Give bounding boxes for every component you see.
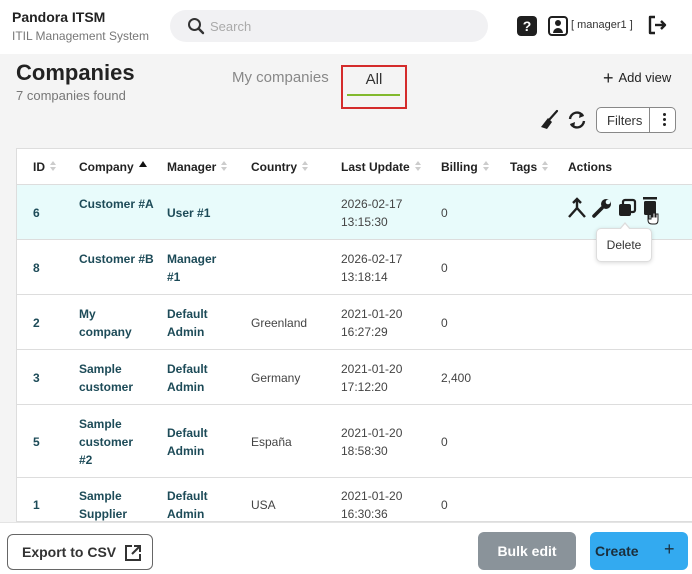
cell-company-link[interactable]: Sample Supplier (79, 487, 139, 521)
page-title: Companies (16, 60, 135, 85)
cell-company-link[interactable]: Sample customer (79, 360, 139, 396)
row-actions (566, 197, 666, 225)
active-tab-indicator (347, 94, 400, 96)
sort-ascending-icon (138, 161, 147, 167)
external-link-icon (125, 545, 141, 561)
search-input[interactable] (210, 10, 470, 42)
cell-company-link[interactable]: Sample customer #2 (79, 415, 139, 469)
cell-billing: 0 (441, 498, 448, 512)
cell-company-link[interactable]: Customer #B (79, 250, 159, 268)
broom-icon[interactable] (539, 109, 559, 131)
cell-last-update: 2026-02-17 13:15:30 (341, 197, 403, 229)
cell-manager-link[interactable]: Default Admin (167, 487, 227, 521)
cell-manager-link[interactable]: Manager #1 (167, 250, 227, 286)
table-row[interactable]: 2 My company Default Admin Greenland 202… (17, 295, 692, 350)
cell-last-update: 2026-02-17 13:18:14 (341, 252, 403, 284)
cell-billing: 0 (441, 206, 448, 220)
table-row[interactable]: 3 Sample customer Default Admin Germany … (17, 350, 692, 405)
top-bar: Pandora ITSM ITIL Management System ? [ … (0, 0, 692, 54)
tab-all[interactable]: All (341, 65, 407, 109)
cell-last-update: 2021-01-20 16:27:29 (341, 307, 403, 339)
cell-manager-link[interactable]: User #1 (167, 204, 249, 222)
cell-billing: 0 (441, 261, 448, 275)
create-label: Create (595, 543, 639, 559)
cell-country: Germany (251, 371, 301, 385)
refresh-icon[interactable] (566, 109, 588, 131)
app-subtitle: ITIL Management System (12, 29, 149, 43)
help-icon[interactable]: ? (517, 16, 537, 36)
cell-billing: 0 (441, 435, 448, 449)
cell-last-update: 2021-01-20 18:58:30 (341, 426, 403, 458)
column-header-tags[interactable]: Tags (510, 160, 549, 174)
cell-last-update: 2021-01-20 16:30:36 (341, 489, 403, 521)
sort-icon (50, 161, 57, 172)
column-header-manager[interactable]: Manager (167, 160, 228, 174)
cell-manager-link[interactable]: Default Admin (167, 360, 227, 396)
sort-icon (302, 161, 309, 172)
cell-billing: 2,400 (441, 371, 472, 385)
cell-id: 8 (33, 261, 40, 275)
create-button[interactable]: Create + (590, 532, 688, 570)
sort-icon (482, 161, 490, 172)
copy-icon[interactable] (616, 197, 638, 219)
add-view-label: Add view (618, 70, 672, 85)
table-row[interactable]: 8 Customer #B Manager #1 2026-02-17 13:1… (17, 240, 692, 295)
tab-all-label: All (365, 71, 383, 88)
column-header-company[interactable]: Company (79, 160, 147, 174)
column-header-country[interactable]: Country (251, 160, 309, 174)
column-header-last-update[interactable]: Last Update (341, 160, 422, 174)
results-count: 7 companies found (16, 88, 126, 103)
merge-icon[interactable] (566, 197, 588, 219)
cell-manager-link[interactable]: Default Admin (167, 424, 227, 460)
wrench-icon[interactable] (591, 197, 613, 219)
cell-id: 6 (33, 206, 40, 220)
cell-id: 3 (33, 371, 40, 385)
cell-id: 1 (33, 498, 40, 512)
table-header: ID Company Manager Country Last Update B… (17, 149, 692, 185)
companies-table: ID Company Manager Country Last Update B… (16, 148, 692, 522)
column-header-actions: Actions (568, 160, 613, 174)
user-icon[interactable] (548, 16, 568, 36)
app-name[interactable]: Pandora ITSM (12, 9, 105, 25)
sort-icon (414, 161, 422, 172)
delete-tooltip: Delete (596, 222, 652, 262)
cell-id: 2 (33, 316, 40, 330)
search-icon (188, 18, 205, 35)
cell-manager-link[interactable]: Default Admin (167, 305, 227, 341)
cell-company-link[interactable]: Customer #A (79, 195, 159, 213)
cell-country: España (251, 435, 292, 449)
cell-last-update: 2021-01-20 17:12:20 (341, 362, 403, 394)
plus-icon: + (664, 539, 675, 559)
footer-bar: Export to CSV Bulk edit Create + (0, 522, 692, 574)
table-row[interactable]: 5 Sample customer #2 Default Admin Españ… (17, 405, 692, 478)
plus-icon: + (603, 67, 614, 88)
column-header-id[interactable]: ID (33, 160, 57, 174)
sort-icon (542, 161, 549, 172)
cell-country: Greenland (251, 316, 308, 330)
filters-label: Filters (607, 113, 643, 128)
logout-icon[interactable] (646, 14, 668, 36)
cell-company-link[interactable]: My company (79, 305, 139, 341)
bulk-edit-button[interactable]: Bulk edit (478, 532, 576, 570)
delete-icon[interactable] (640, 195, 662, 227)
cell-id: 5 (33, 435, 40, 449)
filters-button[interactable]: Filters (596, 107, 676, 133)
tab-my-companies[interactable]: My companies (232, 69, 329, 86)
cell-billing: 0 (441, 316, 448, 330)
export-csv-button[interactable]: Export to CSV (7, 534, 153, 570)
export-csv-label: Export to CSV (22, 544, 117, 560)
search-box[interactable] (170, 10, 488, 42)
more-options-icon[interactable] (657, 112, 671, 128)
user-menu-label[interactable]: [ manager1 ] (571, 19, 633, 31)
cell-country: USA (251, 498, 276, 512)
filters-divider (649, 108, 650, 132)
column-header-billing[interactable]: Billing (441, 160, 490, 174)
add-view-button[interactable]: + Add view (603, 67, 672, 88)
sort-icon (221, 161, 228, 172)
table-row[interactable]: 1 Sample Supplier Default Admin USA 2021… (17, 478, 692, 521)
table-row[interactable]: 6 Customer #A User #1 2026-02-17 13:15:3… (17, 185, 692, 240)
